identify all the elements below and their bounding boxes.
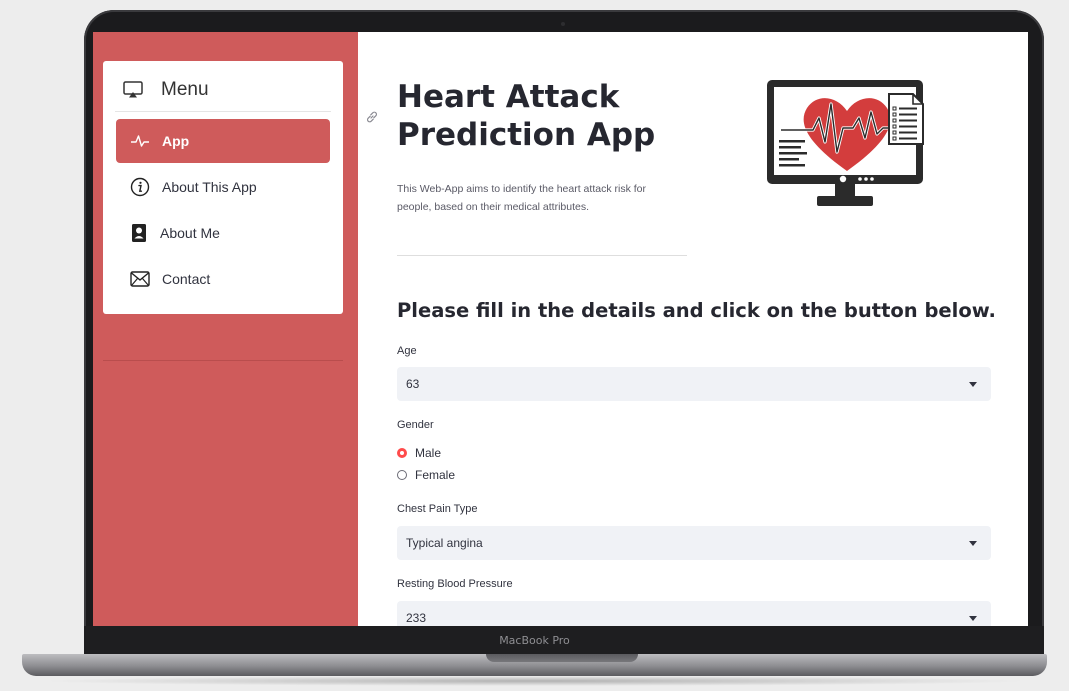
menu-title: Menu [161, 79, 209, 100]
radio-selected-icon [397, 448, 407, 458]
camera-dot [561, 22, 565, 26]
resting-bp-label: Resting Blood Pressure [397, 578, 513, 590]
radio-label: Female [415, 468, 456, 482]
envelope-icon [130, 271, 150, 287]
activity-icon [131, 135, 149, 147]
resting-bp-select[interactable]: 233 [397, 601, 991, 626]
age-select[interactable]: 63 [397, 367, 991, 401]
sidebar-item-label: About Me [160, 225, 220, 241]
chevron-down-icon [969, 382, 977, 387]
resting-bp-value: 233 [406, 611, 427, 625]
gender-label: Gender [397, 419, 434, 431]
sidebar-item-about-this-app[interactable]: About This App [116, 165, 330, 209]
laptop-base-notch [486, 654, 638, 662]
screen: Menu App About This App About Me Contact… [93, 32, 1028, 626]
gender-radio-male[interactable]: Male [397, 444, 441, 462]
report-sheet [888, 93, 924, 145]
chevron-down-icon [969, 541, 977, 546]
chest-pain-label: Chest Pain Type [397, 503, 478, 515]
sidebar-item-app[interactable]: App [116, 119, 330, 163]
radio-label: Male [415, 446, 442, 460]
sidebar-item-about-me[interactable]: About Me [116, 211, 330, 255]
sidebar-item-contact[interactable]: Contact [116, 257, 330, 301]
form-heading: Please fill in the details and click on … [397, 299, 996, 322]
chest-pain-value: Typical angina [406, 536, 483, 550]
page-title: Heart Attack Prediction App [397, 79, 656, 153]
sidebar-item-label: Contact [162, 271, 211, 287]
age-label: Age [397, 345, 417, 357]
laptop-shadow [40, 676, 1030, 686]
person-badge-icon [132, 224, 146, 242]
heart-monitor-illustration [767, 80, 924, 206]
age-value: 63 [406, 377, 420, 391]
anchor-link-icon[interactable] [365, 110, 379, 124]
sidebar-divider [103, 360, 343, 361]
device-label: MacBook Pro [499, 634, 570, 647]
airplay-icon [123, 81, 143, 98]
info-icon [130, 177, 150, 197]
radio-unselected-icon [397, 470, 407, 480]
sidebar: Menu App About This App About Me Contact [93, 32, 358, 626]
sidebar-item-label: App [162, 133, 190, 149]
sidebar-item-label: About This App [162, 179, 257, 195]
menu-header: Menu [123, 75, 209, 105]
page-subtitle: This Web-App aims to identify the heart … [397, 183, 646, 213]
gender-radio-female[interactable]: Female [397, 466, 455, 484]
menu-divider [115, 111, 331, 112]
menu-card: Menu App About This App About Me Contact [103, 61, 343, 314]
main-content: Heart Attack Prediction App This Web-App… [397, 32, 997, 626]
section-divider [397, 255, 687, 256]
chevron-down-icon [969, 616, 977, 621]
chest-pain-select[interactable]: Typical angina [397, 526, 991, 560]
